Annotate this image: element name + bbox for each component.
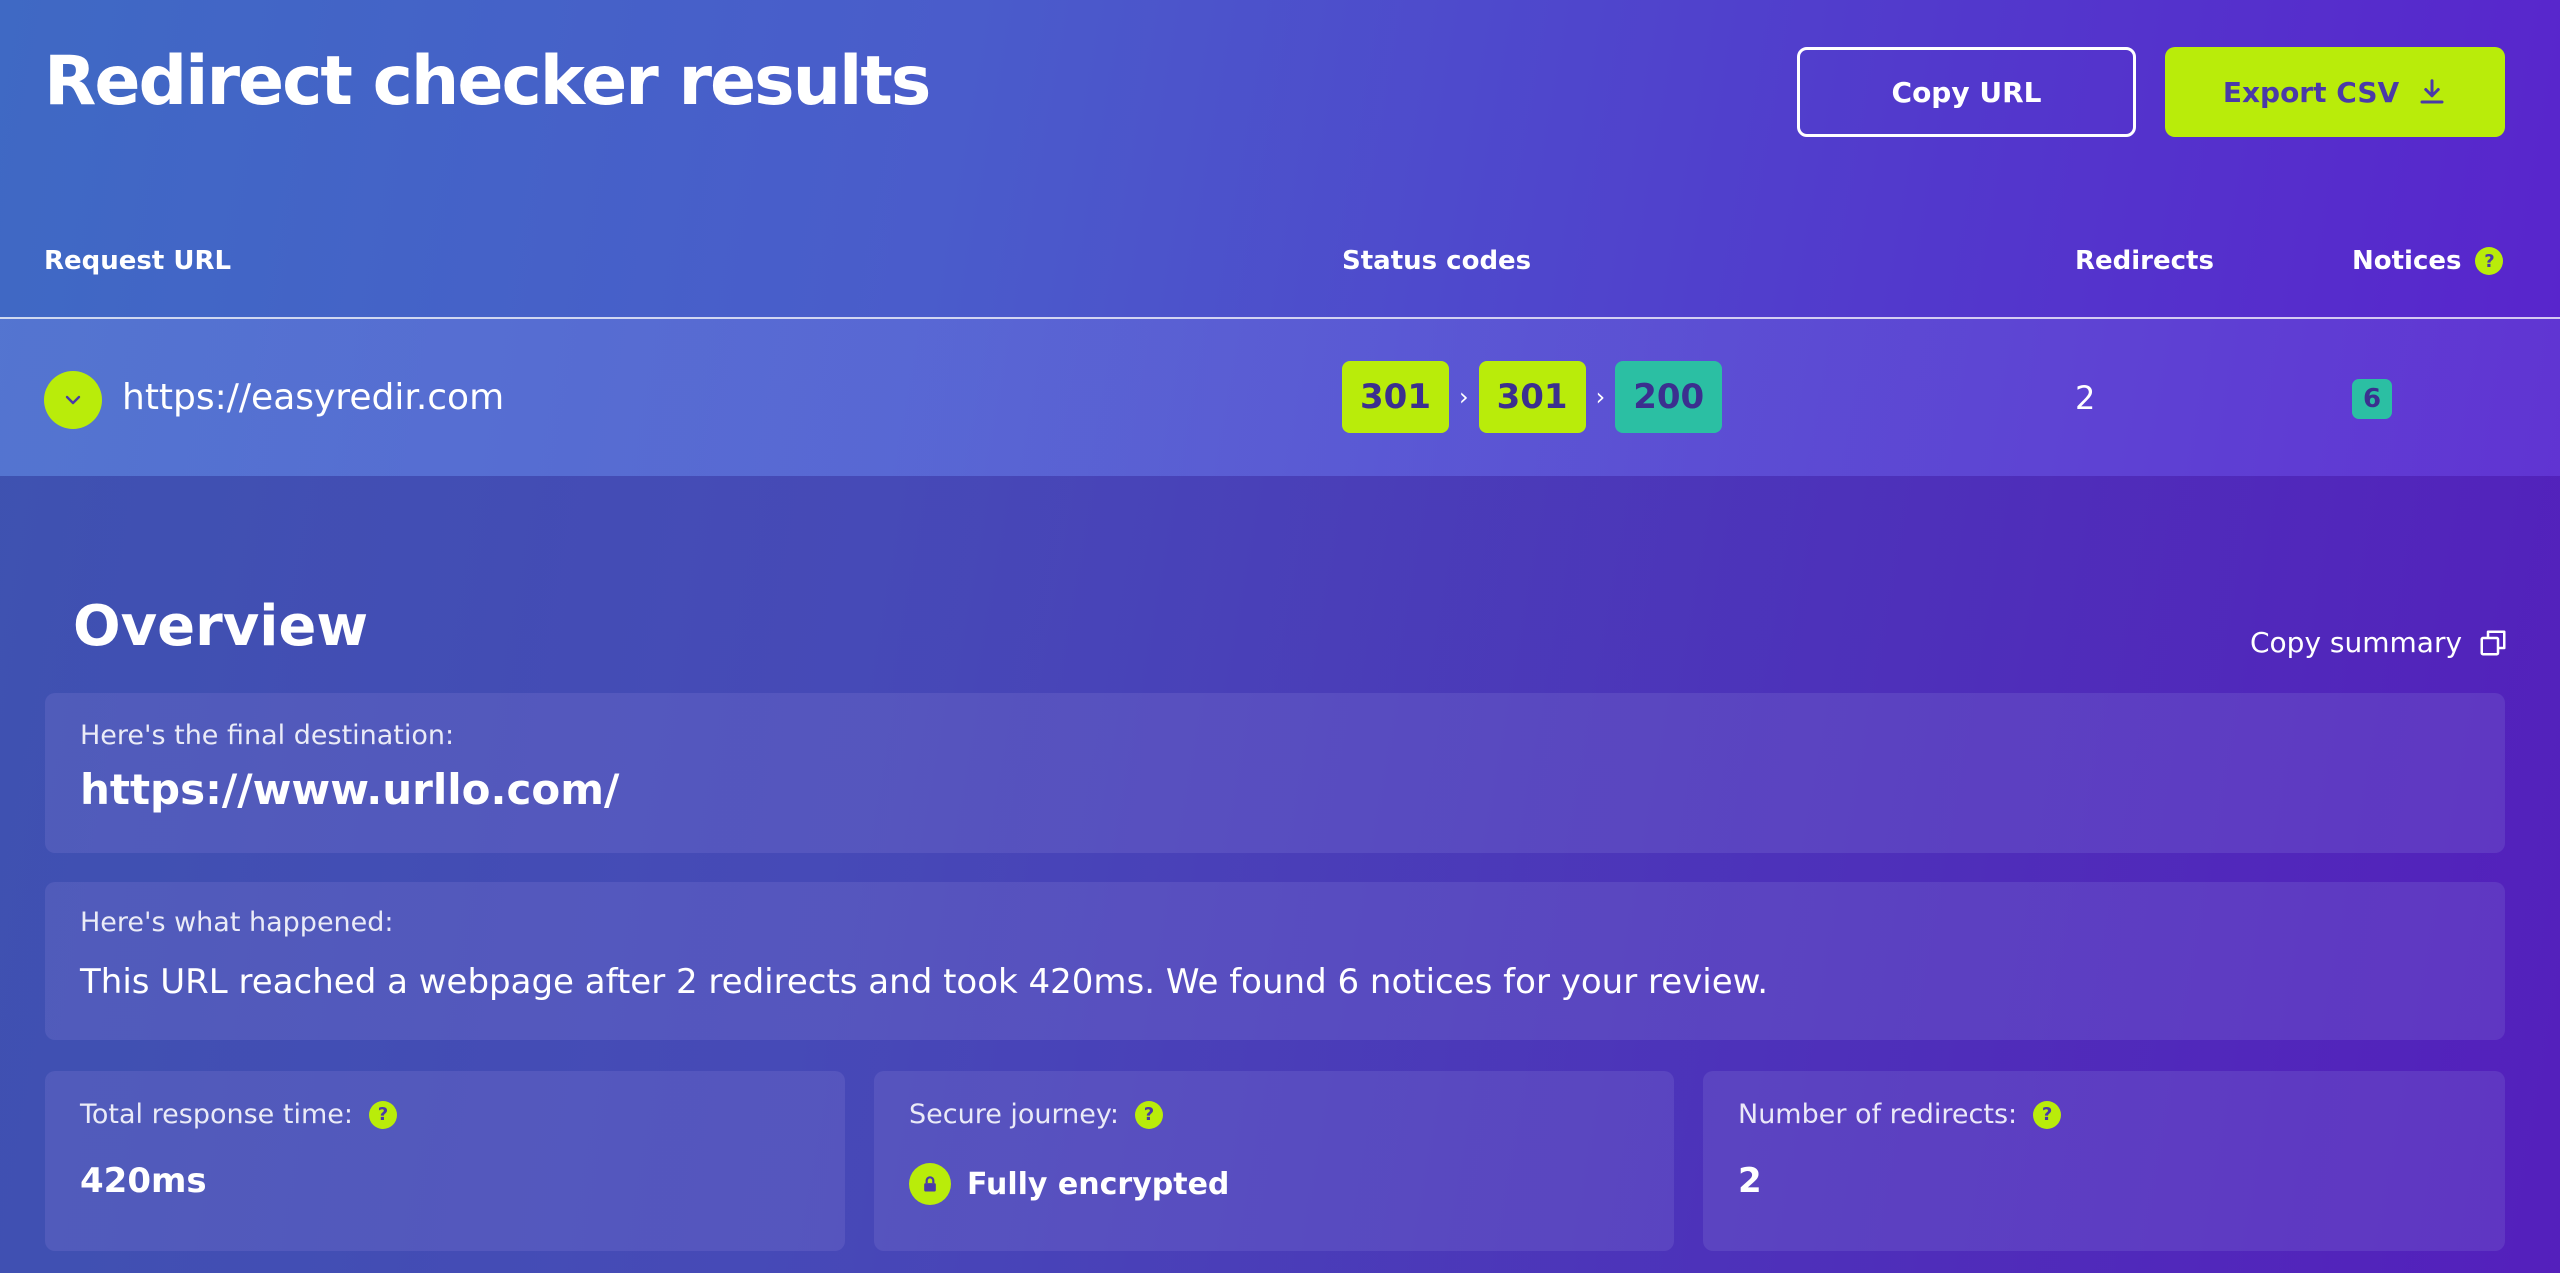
help-icon[interactable]: ? — [2475, 247, 2504, 275]
response-time-value: 420ms — [80, 1161, 207, 1201]
response-time-label: Total response time: — [80, 1099, 353, 1130]
redirects-label: Number of redirects: — [1738, 1099, 2018, 1130]
export-csv-label: Export CSV — [2222, 75, 2400, 109]
notices-header-label: Notices — [2352, 246, 2462, 276]
copy-url-label: Copy URL — [1891, 75, 2042, 109]
what-happened-card: Here's what happened: This URL reached a… — [45, 882, 2505, 1040]
table-row[interactable]: https://easyredir.com 301 › 301 › 200 2 … — [0, 319, 2560, 476]
export-csv-button[interactable]: Export CSV — [2165, 47, 2505, 137]
column-header-redirects: Redirects — [2075, 246, 2214, 276]
help-icon[interactable]: ? — [368, 1100, 397, 1129]
column-header-status-codes: Status codes — [1342, 246, 1532, 276]
notices-badge[interactable]: 6 — [2352, 379, 2392, 419]
secure-journey-label-row: Secure journey: ? — [909, 1099, 1164, 1130]
secure-journey-value: Fully encrypted — [967, 1166, 1230, 1202]
redirects-label-row: Number of redirects: ? — [1738, 1099, 2062, 1130]
page-title: Redirect checker results — [44, 42, 931, 121]
secure-journey-label: Secure journey: — [909, 1099, 1120, 1130]
response-time-card: Total response time: ? 420ms — [45, 1071, 845, 1251]
redirects-count: 2 — [2075, 379, 2096, 417]
response-time-label-row: Total response time: ? — [80, 1099, 397, 1130]
redirects-value: 2 — [1738, 1161, 1762, 1201]
column-header-notices: Notices ? — [2352, 246, 2504, 276]
chevron-down-icon — [65, 395, 81, 405]
column-header-request-url: Request URL — [44, 246, 232, 276]
final-destination-label: Here's the final destination: — [80, 720, 455, 751]
help-icon[interactable]: ? — [1135, 1100, 1164, 1129]
secure-journey-status: Fully encrypted — [909, 1163, 1229, 1205]
copy-icon — [2480, 630, 2506, 655]
status-code-badge: 301 — [1478, 361, 1586, 433]
status-code-badge: 200 — [1615, 361, 1723, 433]
secure-journey-card: Secure journey: ? Fully encrypted — [874, 1071, 1674, 1251]
chevron-right-icon: › — [1595, 383, 1606, 411]
redirect-checker-page: Redirect checker results Copy URL Export… — [0, 0, 2560, 1273]
request-url: https://easyredir.com — [122, 377, 505, 418]
copy-url-button[interactable]: Copy URL — [1797, 47, 2136, 137]
what-happened-label: Here's what happened: — [80, 907, 394, 938]
what-happened-summary: This URL reached a webpage after 2 redir… — [80, 962, 1769, 1002]
chevron-right-icon: › — [1458, 383, 1469, 411]
copy-summary-button[interactable]: Copy summary — [2250, 626, 2508, 659]
copy-summary-label: Copy summary — [2250, 626, 2463, 659]
redirects-card: Number of redirects: ? 2 — [1703, 1071, 2505, 1251]
help-icon[interactable]: ? — [2033, 1100, 2062, 1129]
status-codes: 301 › 301 › 200 — [1342, 361, 1723, 433]
final-destination-card: Here's the final destination: https://ww… — [45, 693, 2505, 853]
lock-icon — [909, 1163, 951, 1205]
final-destination-url[interactable]: https://www.urllo.com/ — [80, 765, 619, 814]
download-icon — [2420, 79, 2444, 104]
status-code-badge: 301 — [1342, 361, 1449, 433]
expand-row-button[interactable] — [44, 371, 102, 429]
overview-title: Overview — [73, 594, 369, 659]
